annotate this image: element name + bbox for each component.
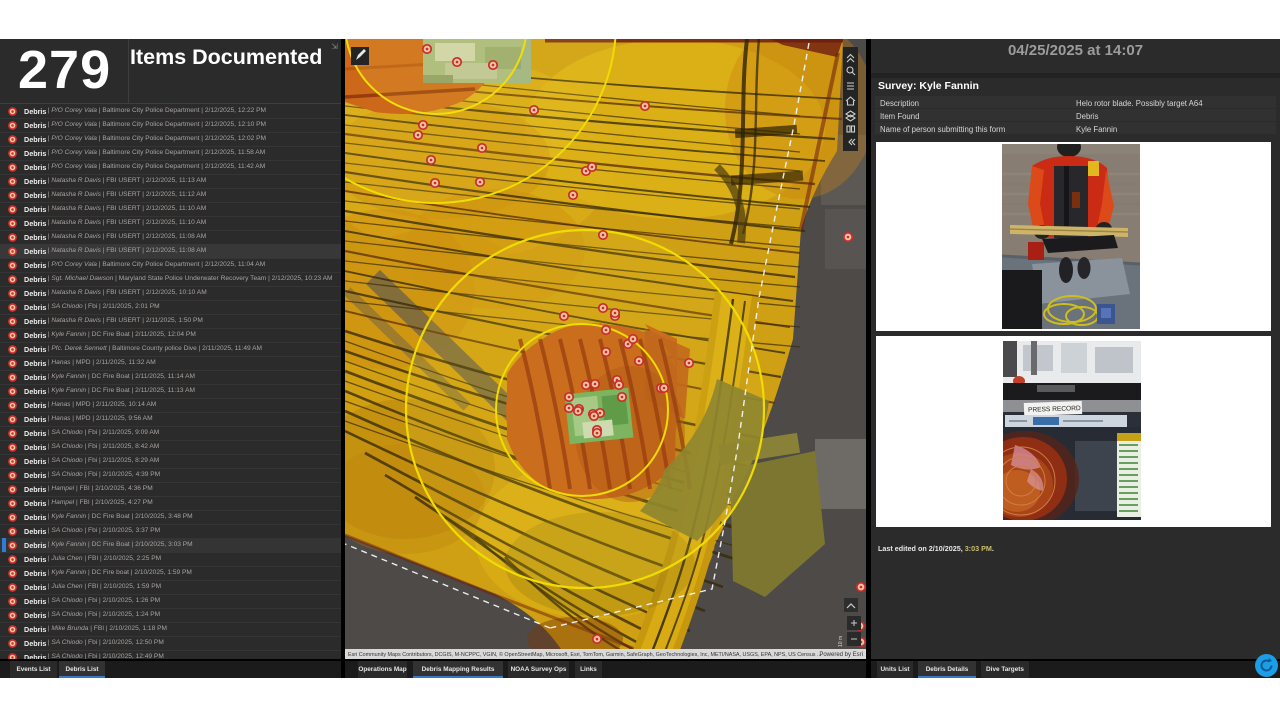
svg-text:Esri Community Maps Contributo: Esri Community Maps Contributors, DCGIS,… [348,651,822,658]
svg-text:Powered by Esri: Powered by Esri [819,652,863,658]
svg-text:10 m: 10 m [838,636,844,647]
